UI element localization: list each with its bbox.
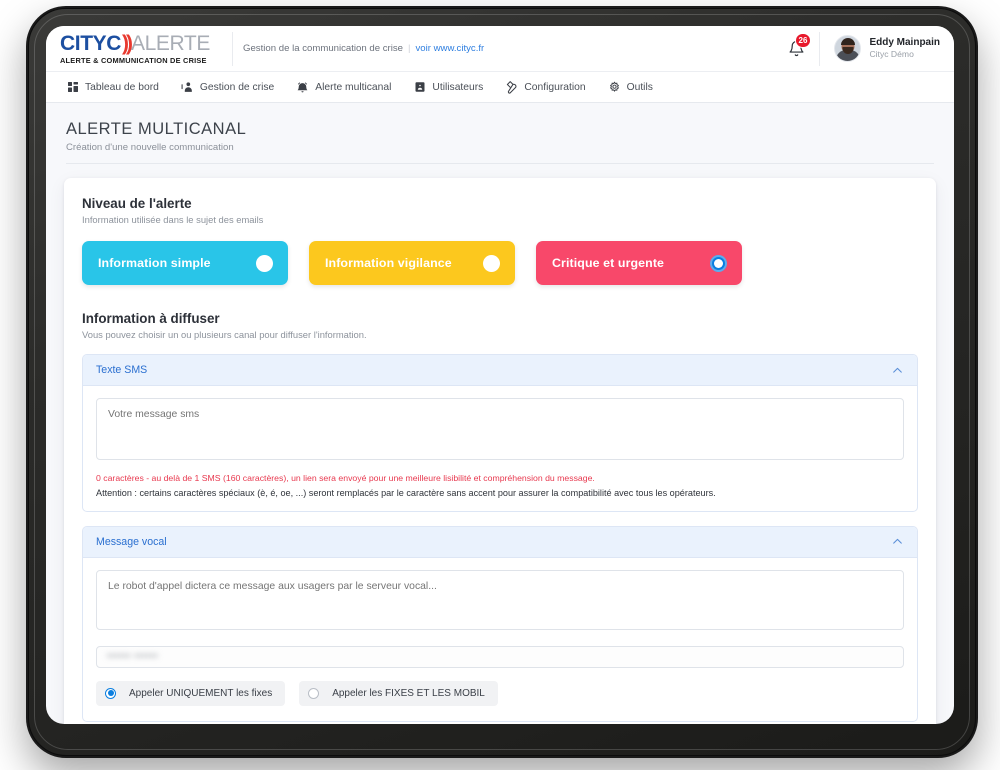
- nav-item-tableau-de-bord[interactable]: Tableau de bord: [66, 81, 159, 94]
- notification-badge: 26: [794, 32, 812, 48]
- call-option-label: Appeler UNIQUEMENT les fixes: [129, 687, 273, 699]
- logo-tagline: ALERTE & COMMUNICATION DE CRISE: [60, 56, 232, 65]
- level-option-information-simple[interactable]: Information simple: [82, 241, 288, 285]
- voice-textarea[interactable]: [96, 569, 904, 630]
- voice-panel: Message vocal •••••• ••••••: [82, 525, 918, 722]
- level-section-title: Niveau de l'alerte: [82, 196, 192, 211]
- nav-label: Gestion de crise: [199, 81, 275, 93]
- gear-icon: [608, 80, 621, 94]
- sms-counter-hint: 0 caractères - au delà de 1 SMS (160 car…: [96, 473, 595, 483]
- sms-textarea[interactable]: [96, 398, 904, 460]
- masked-caller-id-value: •••••• ••••••: [107, 651, 159, 663]
- voice-panel-body: •••••• •••••• Appeler UNIQUEMENT les fix…: [83, 558, 917, 721]
- diffusion-section: Information à diffuser Vous pouvez chois…: [82, 311, 918, 722]
- masked-caller-id-field[interactable]: •••••• ••••••: [96, 645, 904, 668]
- id-card-icon: [413, 81, 426, 94]
- chevron-up-icon[interactable]: [891, 535, 904, 548]
- sms-panel-title: Texte SMS: [96, 364, 148, 376]
- user-identity: Eddy Mainpain Cityc Démo: [869, 37, 940, 60]
- notifications-button[interactable]: 26: [779, 32, 813, 66]
- alarm-bell-icon: [296, 81, 309, 94]
- call-option-fixes-only[interactable]: Appeler UNIQUEMENT les fixes: [96, 680, 286, 706]
- nav-label: Outils: [626, 81, 653, 93]
- logo-alerte-text: ALERTE: [131, 31, 210, 55]
- topbar-tagline: Gestion de la communication de crise | v…: [232, 31, 484, 66]
- user-menu[interactable]: Eddy Mainpain Cityc Démo: [819, 31, 954, 66]
- screenshot-stage: CITYC))ALERTE ALERTE & COMMUNICATION DE …: [0, 0, 1000, 770]
- nav-item-configuration[interactable]: Configuration: [505, 80, 586, 94]
- page-header: ALERTE MULTICANAL Création d'une nouvell…: [46, 103, 954, 163]
- cityc-site-link[interactable]: voir www.cityc.fr: [415, 43, 484, 54]
- nav-item-gestion-de-crise[interactable]: Gestion de crise: [181, 81, 274, 94]
- call-options: Appeler UNIQUEMENT les fixes Appeler les…: [96, 680, 904, 710]
- level-section: Niveau de l'alerte Information utilisée …: [82, 196, 918, 285]
- topbar-separator: |: [407, 43, 411, 54]
- radio-unselected[interactable]: [308, 687, 320, 699]
- level-label: Information vigilance: [325, 256, 452, 270]
- chevron-up-icon[interactable]: [891, 364, 904, 377]
- logo-tagline-b: CRISE: [183, 55, 207, 65]
- dashboard-grid-icon: [66, 81, 79, 94]
- level-option-critique-et-urgente[interactable]: Critique et urgente: [536, 241, 742, 285]
- logo-wordmark: CITYC))ALERTE: [60, 33, 232, 54]
- level-label: Information simple: [98, 256, 211, 270]
- nav-item-outils[interactable]: Outils: [608, 80, 653, 94]
- topbar-tagline-text: Gestion de la communication de crise: [243, 43, 403, 54]
- sms-panel-header[interactable]: Texte SMS: [83, 355, 917, 386]
- page-subtitle: Création d'une nouvelle communication: [66, 142, 234, 153]
- user-name: Eddy Mainpain: [869, 36, 940, 48]
- nav-label: Tableau de bord: [85, 81, 159, 93]
- level-radio[interactable]: [483, 254, 500, 272]
- avatar: [834, 35, 862, 62]
- voice-panel-title: Message vocal: [96, 535, 167, 548]
- header-divider: [66, 163, 934, 164]
- diffusion-subtitle: Vous pouvez choisir un ou plusieurs cana…: [82, 329, 367, 340]
- cityc-logo[interactable]: CITYC))ALERTE ALERTE & COMMUNICATION DE …: [46, 33, 232, 65]
- sms-accent-hint: Attention : certains caractères spéciaux…: [96, 488, 716, 499]
- level-section-subtitle: Information utilisée dans le sujet des e…: [82, 214, 264, 225]
- main-nav: Tableau de bord Gestion de crise Alerte …: [46, 72, 954, 103]
- nav-item-utilisateurs[interactable]: Utilisateurs: [413, 81, 483, 94]
- nav-label: Utilisateurs: [432, 81, 484, 93]
- sms-panel: Texte SMS 0 caractères - au delà de 1 SM…: [82, 354, 918, 512]
- radio-selected[interactable]: [105, 687, 116, 699]
- logo-waves-icon: )): [122, 31, 133, 55]
- user-org: Cityc Démo: [869, 49, 914, 60]
- nav-label: Configuration: [524, 81, 586, 93]
- wrench-icon: [505, 80, 518, 94]
- level-label: Critique et urgente: [552, 256, 665, 270]
- nav-label: Alerte multicanal: [315, 81, 392, 93]
- call-option-fixes-et-mobiles[interactable]: Appeler les FIXES ET LES MOBIL: [299, 680, 498, 706]
- level-options: Information simple Information vigilance…: [82, 241, 918, 285]
- diffusion-title: Information à diffuser: [82, 311, 220, 326]
- voice-panel-header[interactable]: Message vocal: [83, 526, 917, 558]
- logo-tagline-a: ALERTE & COMMUNICATION DE: [60, 55, 184, 65]
- level-option-information-vigilance[interactable]: Information vigilance: [309, 241, 515, 285]
- page-title: ALERTE MULTICANAL: [66, 120, 247, 138]
- level-radio-selected[interactable]: [710, 254, 727, 272]
- call-option-label: Appeler les FIXES ET LES MOBIL: [332, 687, 485, 699]
- logo-cityc-text: CITYC: [60, 31, 122, 55]
- siren-icon: [181, 81, 194, 94]
- alert-form-card: Niveau de l'alerte Information utilisée …: [64, 178, 936, 724]
- app-topbar: CITYC))ALERTE ALERTE & COMMUNICATION DE …: [46, 26, 954, 72]
- tablet-screen: CITYC))ALERTE ALERTE & COMMUNICATION DE …: [46, 26, 954, 724]
- sms-panel-body: 0 caractères - au delà de 1 SMS (160 car…: [83, 386, 917, 511]
- nav-item-alerte-multicanal[interactable]: Alerte multicanal: [296, 81, 391, 94]
- level-radio[interactable]: [256, 254, 273, 272]
